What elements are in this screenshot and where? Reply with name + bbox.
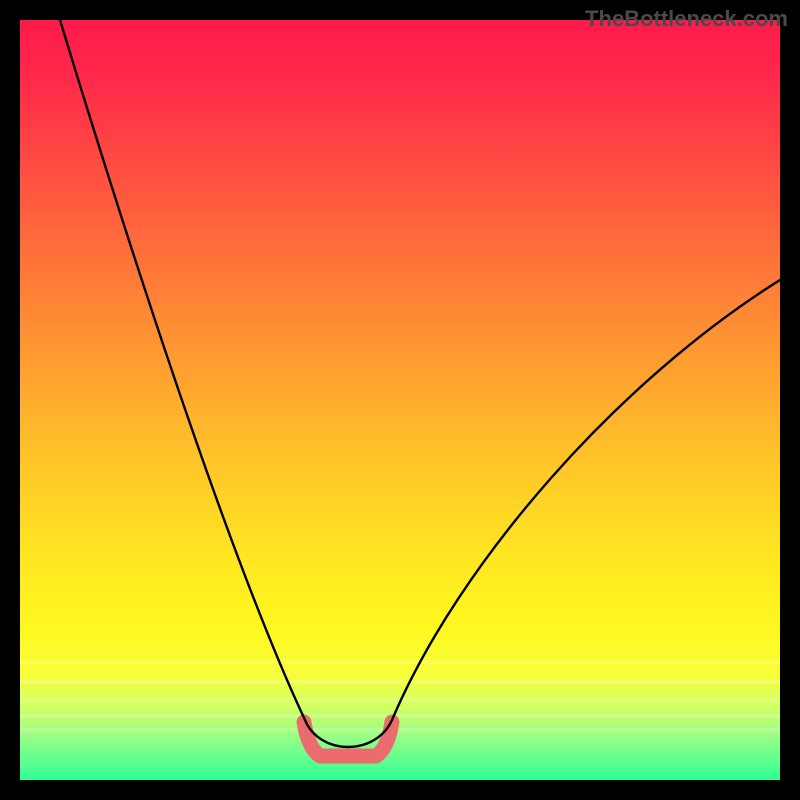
curve-svg <box>20 20 780 780</box>
watermark-text: TheBottleneck.com <box>585 6 788 32</box>
chart-stage: TheBottleneck.com <box>0 0 800 800</box>
optimal-range-marker <box>304 722 392 756</box>
gradient-plot-area <box>20 20 780 780</box>
bottleneck-curve <box>60 20 780 747</box>
